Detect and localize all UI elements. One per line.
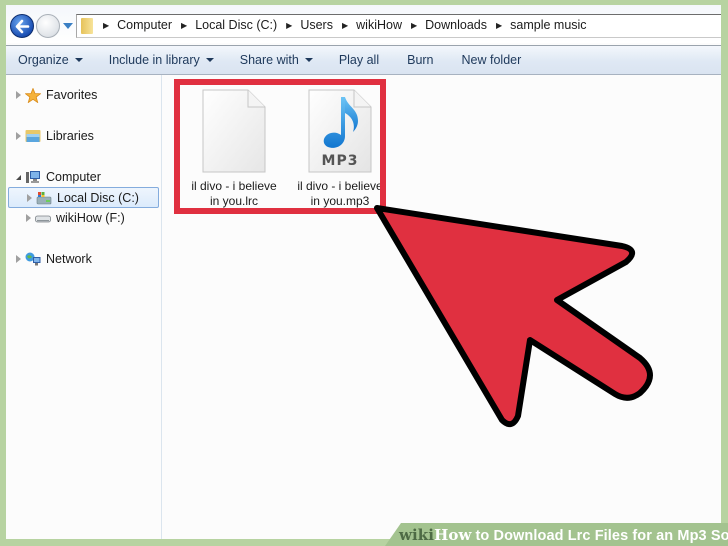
banner-title: wikiHow to Download Lrc Files for an Mp3 … <box>399 526 728 544</box>
wikihow-title-banner: wikiHow to Download Lrc Files for an Mp3 … <box>385 523 728 546</box>
wikihow-logo-wiki: wiki <box>399 526 435 544</box>
annotation-arrow-icon <box>374 205 653 428</box>
wikihow-logo-how: How <box>434 526 472 544</box>
